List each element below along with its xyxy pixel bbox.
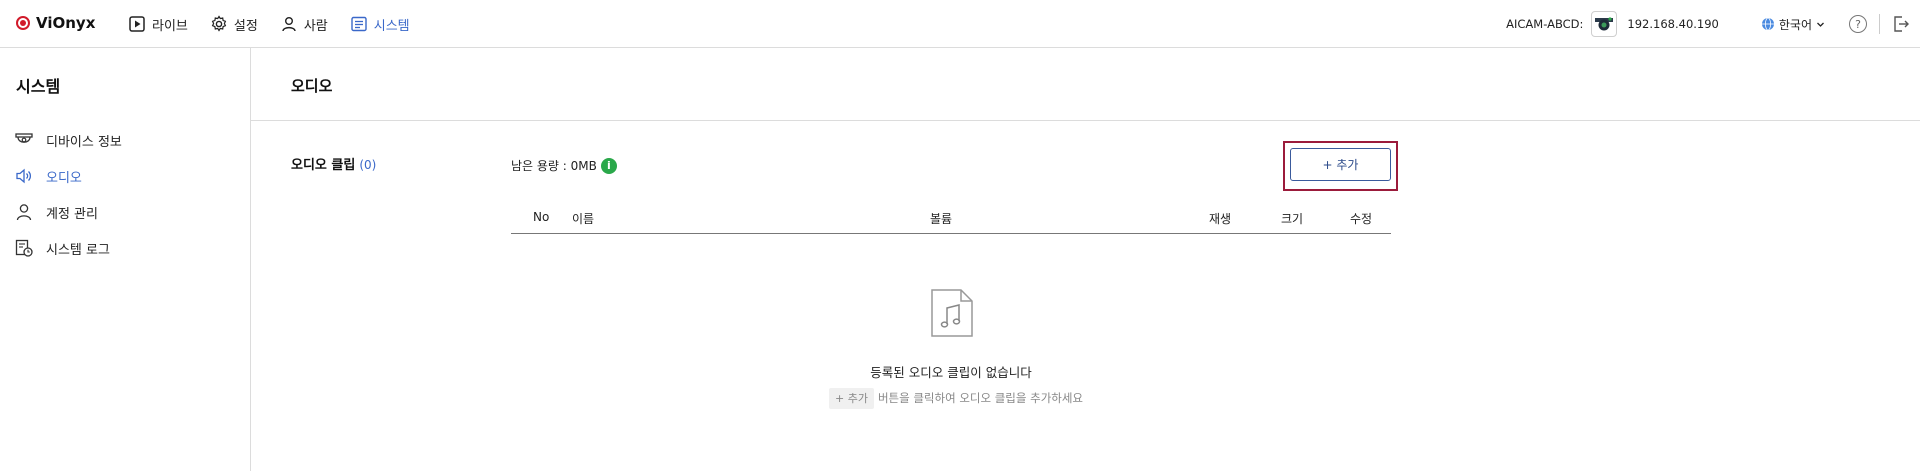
- help-icon[interactable]: ?: [1849, 15, 1867, 33]
- person-icon: [16, 204, 32, 221]
- music-file-icon: [931, 289, 973, 337]
- capacity-text: 남은 용량 : 0MB: [511, 159, 597, 173]
- sidebar-item-label: 디바이스 정보: [46, 134, 122, 150]
- table-header: No 이름 볼륨 재생 크기 수정: [511, 202, 1391, 234]
- sidebar-item-label: 오디오: [46, 170, 82, 186]
- column-header: 이름: [572, 212, 595, 226]
- column-header: 수정: [1350, 212, 1373, 226]
- header-right: AICAM-ABCD: 192.168.40.190 한국어 ?: [1506, 0, 1920, 48]
- sidebar-item-label: 계정 관리: [46, 206, 98, 222]
- column-header: 크기: [1281, 212, 1304, 226]
- person-icon: [282, 17, 296, 32]
- section-title: 오디오 클립: [291, 158, 356, 173]
- nav-item-people[interactable]: 사람: [280, 12, 328, 36]
- hint-text: 버튼을 클릭하여 오디오 클립을 추가하세요: [877, 391, 1084, 405]
- logo-mark: [16, 16, 30, 30]
- sidebar-item-system-log[interactable]: 시스템 로그: [14, 230, 122, 266]
- sidebar-menu: 디바이스 정보 오디오 계정 관리 시스템 로그: [14, 122, 122, 266]
- sidebar: 시스템 디바이스 정보 오디오 계정 관리 시스템 로그: [0, 48, 251, 471]
- speaker-icon: [16, 168, 32, 184]
- divider: [1879, 14, 1880, 34]
- content-header: 오디오: [251, 48, 1920, 121]
- language-label: 한국어: [1778, 17, 1812, 32]
- nav-item-settings[interactable]: 설정: [210, 12, 258, 36]
- language-select[interactable]: 한국어: [1761, 16, 1825, 33]
- nav-label: 시스템: [373, 18, 410, 34]
- sidebar-item-device-info[interactable]: 디바이스 정보: [14, 122, 122, 158]
- sidebar-item-audio[interactable]: 오디오: [14, 158, 122, 194]
- nav-label: 설정: [233, 18, 258, 34]
- device-name: AICAM-ABCD:: [1506, 17, 1584, 31]
- hint-add-chip: + 추가: [828, 388, 874, 409]
- app-logo[interactable]: ViOnyx: [16, 14, 95, 32]
- nav-label: 라이브: [152, 18, 188, 34]
- log-icon: [15, 239, 33, 257]
- top-bar: ViOnyx 라이브 설정 사람 시스템 AICAM-ABCD: 192.168…: [0, 0, 1920, 48]
- chevron-down-icon: [1817, 22, 1824, 27]
- info-icon[interactable]: i: [600, 157, 617, 174]
- main-nav: 라이브 설정 사람 시스템: [128, 12, 410, 36]
- app-name: ViOnyx: [36, 14, 96, 32]
- sidebar-item-label: 시스템 로그: [46, 242, 110, 258]
- column-header: No: [533, 210, 550, 224]
- add-audio-clip-button[interactable]: + 추가: [1290, 148, 1391, 181]
- remaining-capacity: 남은 용량 : 0MB i: [511, 157, 617, 174]
- page-title: 오디오: [291, 77, 333, 95]
- column-header: 볼륨: [930, 212, 953, 226]
- nav-item-system[interactable]: 시스템: [350, 12, 410, 36]
- nav-label: 사람: [303, 18, 328, 34]
- device-ip: 192.168.40.190: [1627, 17, 1719, 31]
- empty-title: 등록된 오디오 클립이 없습니다: [870, 365, 1032, 380]
- sidebar-item-account[interactable]: 계정 관리: [14, 194, 122, 230]
- camera-icon: [15, 133, 33, 143]
- logout-icon[interactable]: [1892, 15, 1910, 33]
- empty-hint: + 추가 버튼을 클릭하여 오디오 클립을 추가하세요: [821, 388, 1091, 409]
- column-header: 재생: [1209, 212, 1232, 226]
- section-label: 오디오 클립 (0): [291, 154, 376, 173]
- system-icon: [351, 16, 367, 32]
- nav-item-live[interactable]: 라이브: [128, 12, 188, 36]
- play-icon: [129, 16, 145, 32]
- clip-count: (0): [359, 158, 377, 172]
- sidebar-title: 시스템: [16, 77, 61, 96]
- gear-icon: [211, 15, 227, 32]
- camera-thumbnail-icon[interactable]: [1591, 11, 1618, 37]
- globe-icon: [1761, 17, 1774, 31]
